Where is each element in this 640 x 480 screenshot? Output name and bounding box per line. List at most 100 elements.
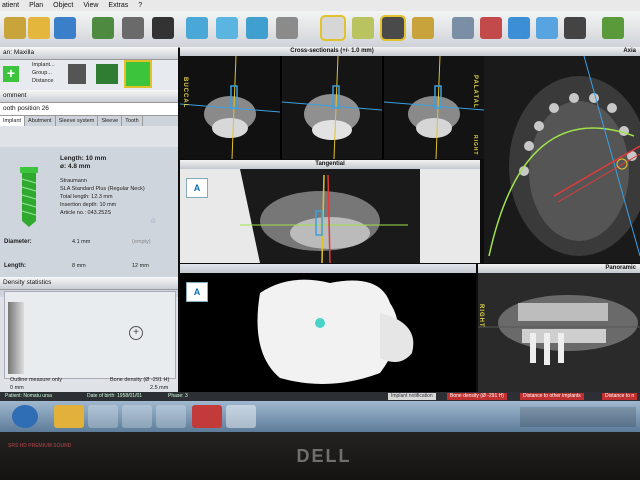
laptop-bezel: SRS HD PREMIUM SOUND DELL [0, 432, 640, 480]
tab-tooth[interactable]: Tooth [122, 116, 143, 126]
implant-properties: Length: 10 mm ø: 4.8 mm Straumann SLA St… [0, 147, 178, 297]
measure-icon[interactable] [452, 17, 474, 39]
diameter-label: Diameter: [4, 239, 32, 245]
tree-item-implant[interactable]: Implant... [32, 62, 55, 69]
add-plus-icon[interactable]: + [3, 66, 19, 82]
tangential-image [180, 169, 480, 263]
orientation-badge-3d: A [186, 282, 208, 302]
tree-item-group[interactable]: Group... [32, 70, 52, 77]
axial-title: Axia [484, 47, 640, 56]
length-value[interactable]: 8 mm [72, 263, 86, 270]
menu-bar: atient Plan Object View Extras ? [0, 0, 640, 11]
volume-3d-view[interactable]: A [180, 264, 476, 392]
cross-sectional-images [180, 56, 484, 159]
density-chart: + [4, 291, 176, 379]
panoramic-view[interactable]: Panoramic RIGHT [478, 264, 640, 392]
implant-icon [20, 167, 38, 227]
diameter-extra[interactable]: (empty) [132, 239, 151, 246]
undo-icon[interactable] [602, 17, 624, 39]
bone-density-label: Bone density (Ø -291 H) [110, 377, 170, 383]
status-implant-notification[interactable]: Implant notification [388, 393, 436, 400]
label-buccal: BUCCAL [182, 77, 188, 109]
cross-arrows-icon[interactable] [124, 60, 152, 88]
taskbar-explorer-icon[interactable] [54, 405, 84, 428]
cube-view-icon[interactable] [536, 17, 558, 39]
menu-extras[interactable]: Extras [108, 0, 128, 11]
abutment-icon[interactable] [216, 17, 238, 39]
menu-help[interactable]: ? [138, 0, 142, 11]
taskbar-pdf-icon[interactable] [192, 405, 222, 428]
product-name: SLA Standard Plus (Regular Neck) [60, 186, 145, 192]
ruler-icon[interactable] [412, 17, 434, 39]
windows-taskbar [0, 401, 640, 432]
star-map-icon[interactable] [352, 17, 374, 39]
insertion-depth: Insertion depth: 10 mm [60, 202, 117, 208]
panoramic-image [478, 273, 640, 392]
tab-abutment[interactable]: Abutment [25, 116, 56, 126]
outline-checkbox-label[interactable]: Outline measure only [10, 377, 62, 384]
taskbar-settings-icon[interactable] [156, 405, 186, 428]
status-phase: Phase: 3 [168, 393, 188, 399]
delete-measure-icon[interactable] [480, 17, 502, 39]
axis-max: 2.5 mm [150, 385, 169, 391]
cross-sectional-view[interactable]: Cross-sectionals (+/- 1.0 mm) BUCCAL PAL… [180, 47, 484, 159]
drill-icon[interactable] [122, 17, 144, 39]
tab-sleeve-system[interactable]: Sleeve system [55, 116, 99, 126]
menu-patient[interactable]: atient [2, 0, 19, 11]
monitor-screen: atient Plan Object View Extras ? an: Max… [0, 0, 640, 432]
compass-icon[interactable] [380, 15, 406, 41]
volume-3d-titlebar [180, 264, 476, 273]
diameter-value[interactable]: 4.1 mm [72, 239, 90, 246]
status-distance-nerve[interactable]: Distance to n [602, 393, 638, 400]
comment-header[interactable]: omment [0, 90, 178, 103]
plan-tree: + Implant... Group... Distance [0, 60, 178, 90]
patient-icon[interactable] [4, 17, 26, 39]
add-measure-icon[interactable]: + [129, 326, 143, 340]
menu-view[interactable]: View [83, 0, 98, 11]
label-right-panoramic: RIGHT [478, 304, 484, 328]
label-right-cross: RIGHT [472, 135, 478, 156]
subtab-bar: Implant Abutment Sleeve system Sleeve Tooth [0, 116, 178, 126]
density-histogram [8, 302, 24, 374]
panoramic-title: Panoramic [478, 264, 640, 273]
printer-icon[interactable] [276, 17, 298, 39]
taskbar-tool-icon[interactable] [122, 405, 152, 428]
status-distance-implants[interactable]: Distance to other implants [520, 393, 584, 400]
implant-blue-icon[interactable] [186, 17, 208, 39]
trash-icon[interactable] [68, 64, 86, 84]
status-dob: Date of birth: 1958/01/01 [87, 393, 143, 399]
length-value-2[interactable]: 12 mm [132, 263, 149, 270]
length-label: Length: [4, 263, 26, 269]
plan-header[interactable]: an: Maxilla [0, 47, 178, 60]
start-button[interactable] [12, 405, 38, 428]
tangential-view[interactable]: Tangential A [180, 160, 480, 263]
label-palatal: PALATAL [472, 75, 478, 109]
sleeve-tool-icon[interactable] [92, 17, 114, 39]
tree-item-distance[interactable]: Distance [32, 78, 53, 85]
density-header[interactable]: Density statistics [0, 277, 178, 290]
menu-object[interactable]: Object [53, 0, 73, 11]
status-bone-density[interactable]: Bone density (Ø -291 H) [447, 393, 507, 400]
status-patient: Patient: Nomatu ursa [5, 393, 52, 399]
manufacturer: Straumann [60, 178, 87, 184]
status-bar: Patient: Nomatu ursa Date of birth: 1958… [0, 392, 640, 401]
tab-sleeve[interactable]: Sleeve [98, 116, 123, 126]
implant-cylinder-icon[interactable] [152, 17, 174, 39]
position-header[interactable]: ooth position 26 [0, 103, 178, 116]
folder-icon[interactable] [28, 17, 50, 39]
tab-implant[interactable]: Implant [0, 116, 26, 126]
axial-view[interactable]: Axia [484, 47, 640, 263]
taskbar-active-app-icon[interactable] [226, 405, 256, 428]
taskbar-media-icon[interactable] [88, 405, 118, 428]
check-list-icon[interactable] [96, 64, 118, 84]
arch-view-icon[interactable] [320, 15, 346, 41]
axial-image [484, 56, 640, 263]
guide-icon[interactable] [564, 17, 586, 39]
users-icon[interactable] [54, 17, 76, 39]
system-tray[interactable] [520, 407, 636, 427]
menu-plan[interactable]: Plan [29, 0, 43, 11]
favorite-star-icon[interactable]: ☆ [150, 217, 156, 225]
cylinder-icon[interactable] [246, 17, 268, 39]
cube-icon[interactable] [508, 17, 530, 39]
diameter-big: ø: 4.8 mm [60, 163, 91, 170]
